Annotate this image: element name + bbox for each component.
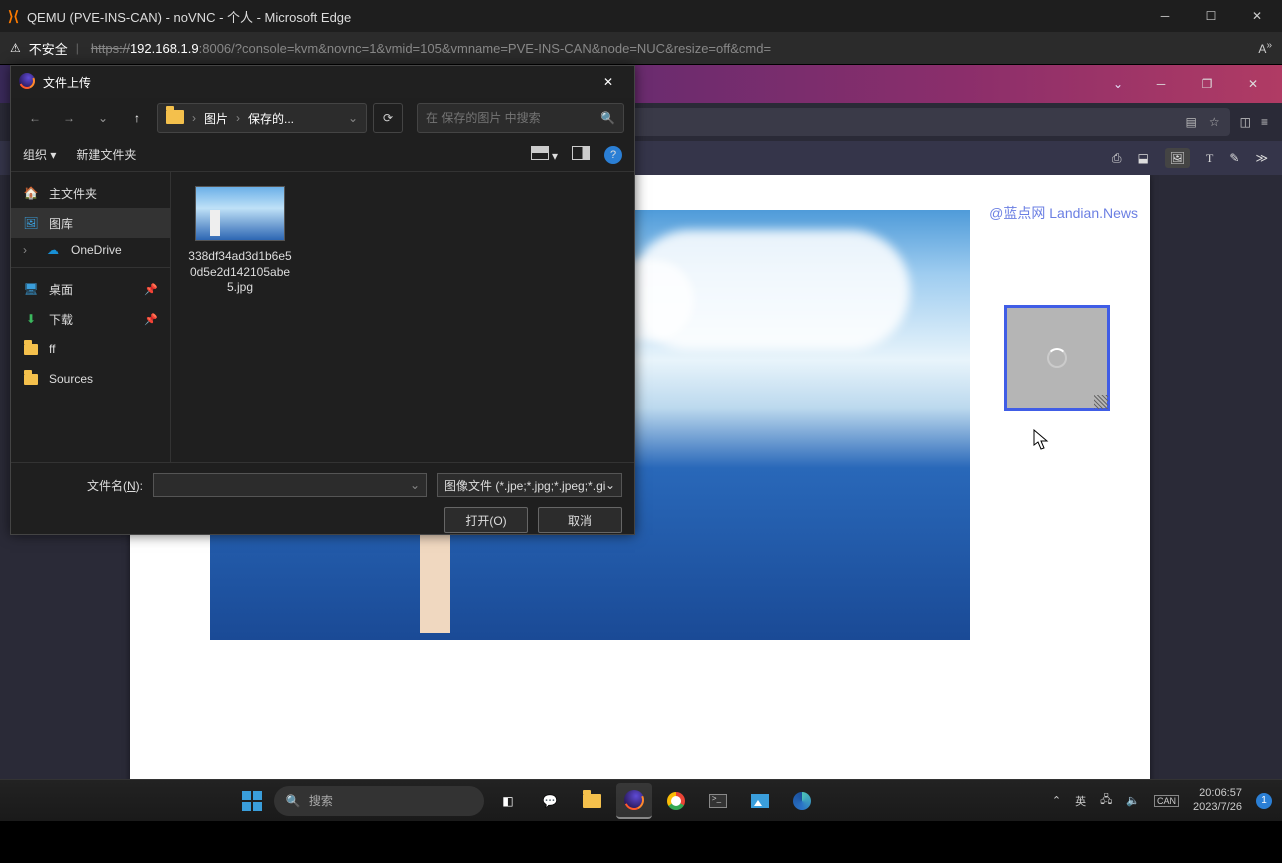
tabs-dropdown-icon[interactable]: ⌄: [1098, 68, 1138, 100]
filename-label: 文件名(N):: [23, 477, 143, 494]
nav-recent-button[interactable]: ⌄: [89, 104, 117, 132]
help-button[interactable]: ?: [604, 146, 622, 164]
novnc-logo-icon: ⟩⟨: [8, 8, 19, 25]
clock[interactable]: 20:06:57 2023/7/26: [1193, 787, 1242, 813]
maximize-button[interactable]: ☐: [1188, 0, 1234, 32]
crumb-chevron-icon[interactable]: ⌄: [348, 111, 358, 125]
taskbar-search[interactable]: 🔍 搜索: [274, 786, 484, 816]
text-tool-icon[interactable]: T: [1206, 151, 1213, 166]
refresh-button[interactable]: ⟳: [373, 103, 403, 133]
filetype-select[interactable]: 图像文件 (*.jpe;*.jpg;*.jpeg;*.gif;*.png;*.b…: [437, 473, 622, 497]
dialog-footer: 文件名(N): ⌄ 图像文件 (*.jpe;*.jpg;*.jpeg;*.gif…: [11, 462, 634, 543]
place-desktop[interactable]: 🖥桌面📌: [11, 274, 170, 304]
filename-input[interactable]: ⌄: [153, 473, 427, 497]
file-item[interactable]: 338df34ad3d1b6e50d5e2d142105abe5.jpg: [185, 186, 295, 296]
task-view-button[interactable]: ◧: [490, 783, 526, 819]
view-mode-button[interactable]: ▾: [531, 146, 558, 163]
taskbar-explorer[interactable]: [574, 783, 610, 819]
place-home[interactable]: 🏠主文件夹: [11, 178, 170, 208]
places-sidebar: 🏠主文件夹 🖼图库 ›☁OneDrive 🖥桌面📌 ⬇下载📌 ff Source…: [11, 172, 171, 462]
crumb-saved[interactable]: 保存的...: [248, 110, 294, 127]
place-downloads[interactable]: ⬇下载📌: [11, 304, 170, 334]
file-name: 338df34ad3d1b6e50d5e2d142105abe5.jpg: [185, 249, 295, 296]
taskbar-terminal[interactable]: [700, 783, 736, 819]
organize-menu[interactable]: 组织 ▾: [23, 146, 56, 163]
close-button[interactable]: ✕: [1234, 0, 1280, 32]
windows-taskbar: 🔍 搜索 ◧ 💬 ⌃ 英 🖧 🔈 CAN 20:06:57 2023/7/26 …: [0, 779, 1282, 821]
network-icon[interactable]: 🖧: [1100, 791, 1112, 810]
insecure-label: 不安全: [29, 39, 68, 58]
time-text: 20:06:57: [1193, 787, 1242, 800]
insecure-icon: ⚠: [10, 41, 21, 55]
dialog-close-button[interactable]: ✕: [590, 68, 626, 96]
date-text: 2023/7/26: [1193, 801, 1242, 814]
print-icon[interactable]: ⎙: [1112, 151, 1122, 166]
search-placeholder: 搜索: [309, 792, 333, 809]
menu-icon[interactable]: ≡: [1261, 115, 1268, 129]
taskbar-photos[interactable]: [742, 783, 778, 819]
taskbar-chrome[interactable]: [658, 783, 694, 819]
dialog-nav: ← → ⌄ ↑ › 图片 › 保存的... ⌄ ⟳ 🔍: [11, 98, 634, 138]
minimize-button[interactable]: ─: [1142, 0, 1188, 32]
draw-tool-icon[interactable]: ✎: [1229, 151, 1239, 165]
breadcrumb[interactable]: › 图片 › 保存的... ⌄: [157, 103, 367, 133]
open-button[interactable]: 打开(O): [444, 507, 528, 533]
download-icon[interactable]: ⬓: [1137, 151, 1148, 165]
file-upload-dialog: 文件上传 ✕ ← → ⌄ ↑ › 图片 › 保存的... ⌄ ⟳ 🔍 组织 ▾: [10, 65, 635, 535]
place-gallery[interactable]: 🖼图库: [11, 208, 170, 238]
bookmark-star-icon[interactable]: ☆: [1209, 115, 1220, 129]
search-icon: 🔍: [286, 794, 301, 808]
image-tool-icon[interactable]: 🖼: [1165, 148, 1190, 168]
start-button[interactable]: [236, 785, 268, 817]
taskbar-chat[interactable]: 💬: [532, 783, 568, 819]
place-onedrive[interactable]: ›☁OneDrive: [11, 238, 170, 268]
volume-icon[interactable]: 🔈: [1126, 794, 1140, 807]
dialog-titlebar: 文件上传 ✕: [11, 66, 634, 98]
edge-address-bar: ⚠ 不安全 | https://192.168.1.9:8006/?consol…: [0, 32, 1282, 65]
nav-back-button[interactable]: ←: [21, 104, 49, 132]
nav-up-button[interactable]: ↑: [123, 104, 151, 132]
place-sources[interactable]: Sources: [11, 364, 170, 394]
firefox-maximize-button[interactable]: ❐: [1184, 68, 1230, 100]
taskbar-edge[interactable]: [784, 783, 820, 819]
dialog-search[interactable]: 🔍: [417, 103, 624, 133]
ime-mode-icon[interactable]: CAN: [1154, 795, 1179, 807]
tray-chevron-icon[interactable]: ⌃: [1052, 794, 1061, 807]
firefox-close-button[interactable]: ✕: [1230, 68, 1276, 100]
place-ff[interactable]: ff: [11, 334, 170, 364]
file-thumbnail: [195, 186, 285, 241]
edge-titlebar: ⟩⟨ QEMU (PVE-INS-CAN) - noVNC - 个人 - Mic…: [0, 0, 1282, 32]
read-aloud-icon[interactable]: A»: [1258, 40, 1272, 56]
firefox-minimize-button[interactable]: ─: [1138, 68, 1184, 100]
cancel-button[interactable]: 取消: [538, 507, 622, 533]
vnc-viewport: ◂ ⌄ ─ ❐ ✕ .pdf ▤ ☆ ◫ ≡ 缩放 ⌄: [0, 65, 1282, 821]
image-placeholder-loading[interactable]: [1004, 305, 1110, 411]
firefox-icon: [19, 73, 35, 92]
system-tray: ⌃ 英 🖧 🔈 CAN 20:06:57 2023/7/26 1: [1052, 787, 1272, 813]
watermark-text: @蓝点网 Landian.News: [989, 203, 1138, 223]
nav-forward-button: →: [55, 104, 83, 132]
extensions-icon[interactable]: ◫: [1240, 115, 1251, 129]
url-text[interactable]: https://192.168.1.9:8006/?console=kvm&no…: [91, 41, 771, 56]
reader-view-icon[interactable]: ▤: [1186, 115, 1197, 129]
taskbar-firefox[interactable]: [616, 783, 652, 819]
folder-icon: [166, 110, 184, 127]
files-pane[interactable]: 338df34ad3d1b6e50d5e2d142105abe5.jpg: [171, 172, 634, 462]
preview-pane-button[interactable]: [572, 146, 590, 163]
window-title: QEMU (PVE-INS-CAN) - noVNC - 个人 - Micros…: [27, 7, 351, 26]
more-tools-icon[interactable]: ≫: [1255, 151, 1268, 165]
search-icon[interactable]: 🔍: [600, 111, 615, 125]
crumb-pictures[interactable]: 图片: [204, 110, 228, 127]
search-input[interactable]: [426, 111, 600, 125]
ime-language[interactable]: 英: [1075, 793, 1086, 809]
dialog-title: 文件上传: [43, 74, 91, 91]
new-folder-button[interactable]: 新建文件夹: [76, 146, 136, 163]
dialog-toolbar: 组织 ▾ 新建文件夹 ▾ ?: [11, 138, 634, 172]
notification-badge[interactable]: 1: [1256, 793, 1272, 809]
